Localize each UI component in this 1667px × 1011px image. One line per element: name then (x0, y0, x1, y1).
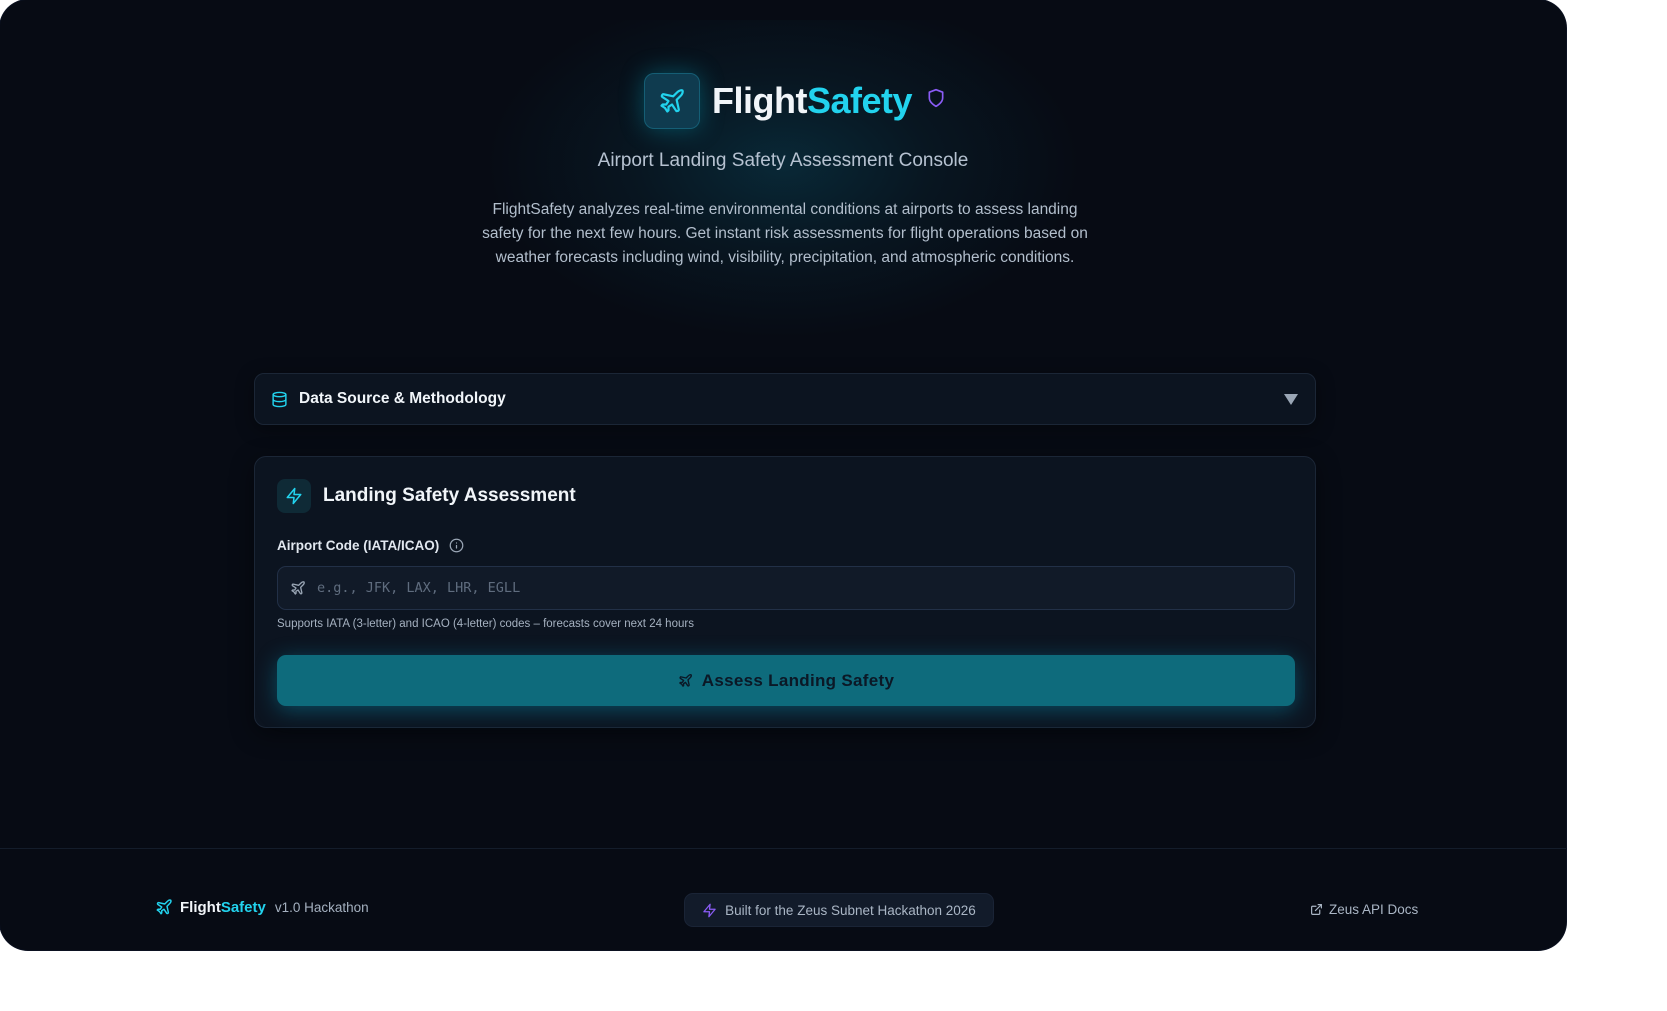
zeus-api-docs-label: Zeus API Docs (1329, 902, 1419, 917)
logo-box (644, 72, 700, 129)
brand-header: FlightSafety (644, 72, 946, 129)
database-icon (272, 391, 287, 407)
plane-icon (156, 899, 172, 915)
footer-brand-part2: Safety (220, 898, 266, 916)
hackathon-badge-text: Built for the Zeus Subnet Hackathon 2026 (725, 902, 976, 918)
plane-icon (660, 88, 684, 113)
plane-icon (678, 674, 692, 687)
assess-button-label: Assess Landing Safety (701, 670, 895, 690)
brand-name-part1: Flight (712, 79, 807, 121)
page-description: FlightSafety analyzes real-time environm… (482, 201, 1088, 266)
hero-glow (483, 20, 1083, 340)
info-icon[interactable] (449, 538, 464, 553)
page-subtitle: Airport Landing Safety Assessment Consol… (597, 150, 969, 171)
airport-code-hint: Supports IATA (3-letter) and ICAO (4-let… (277, 618, 694, 630)
external-link-icon (1311, 904, 1322, 915)
card-header: Landing Safety Assessment (277, 479, 576, 513)
footer-brand-name: FlightSafety (180, 899, 266, 916)
bolt-icon-box (277, 479, 311, 513)
app-window: FlightSafety Airport Landing Safety Asse… (0, 0, 1566, 950)
footer-brand-part1: Flight (180, 898, 221, 916)
caret-down-icon[interactable] (1283, 393, 1299, 406)
bolt-icon (703, 903, 716, 917)
card-title: Landing Safety Assessment (323, 485, 576, 506)
airport-code-label: Airport Code (IATA/ICAO) (277, 538, 464, 553)
assess-landing-safety-button[interactable]: Assess Landing Safety (277, 655, 1295, 706)
brand-name: FlightSafety (712, 79, 913, 122)
shield-icon (928, 88, 944, 107)
footer-divider (0, 848, 1566, 849)
brand-name-part2: Safety (806, 79, 913, 121)
accordion-title: Data Source & Methodology (299, 390, 506, 407)
zeus-api-docs-link[interactable]: Zeus API Docs (1310, 902, 1418, 917)
assessment-card: Landing Safety Assessment Airport Code (… (254, 456, 1316, 728)
airport-code-label-text: Airport Code (IATA/ICAO) (277, 538, 440, 553)
plane-icon (291, 581, 305, 595)
footer-brand: FlightSafety v1.0 Hackathon (155, 898, 369, 916)
bolt-icon (286, 487, 302, 505)
data-source-accordion[interactable]: Data Source & Methodology (254, 373, 1316, 425)
footer-version: v1.0 Hackathon (274, 899, 369, 915)
airport-code-input[interactable] (315, 579, 1294, 597)
airport-code-field[interactable] (277, 566, 1295, 610)
hackathon-badge: Built for the Zeus Subnet Hackathon 2026 (684, 893, 994, 927)
